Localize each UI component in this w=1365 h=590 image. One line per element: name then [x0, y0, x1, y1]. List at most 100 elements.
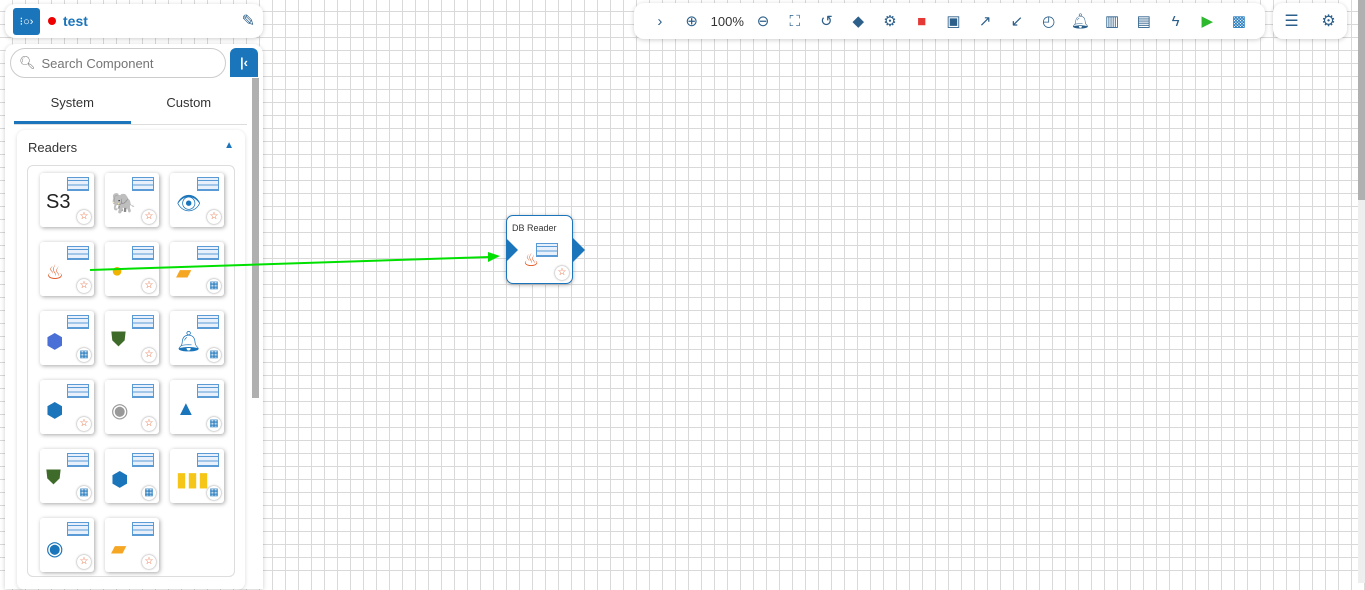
table-icon: [67, 315, 89, 329]
star-icon: ☆: [77, 210, 91, 224]
mongodb-reader-icon: ⛊: [111, 329, 126, 351]
secondary-toolbar: ☰ ⚙: [1273, 3, 1347, 39]
table-icon: [67, 177, 89, 191]
table-icon: [536, 243, 558, 257]
component-tile-gcs-reader[interactable]: ⬢ ▦: [40, 311, 94, 365]
cloud-reader-icon: ◉: [46, 538, 64, 560]
alert-bell-icon[interactable]: 🔔︎: [1064, 12, 1096, 30]
panel-scrollbar[interactable]: [252, 78, 259, 398]
table-icon: [132, 246, 154, 260]
component-tile-elastic-reader[interactable]: ● ☆: [105, 242, 159, 296]
lightning-icon[interactable]: ϟ: [1160, 13, 1192, 30]
component-tile-bar-reader[interactable]: ▮▮▮ ▦: [170, 449, 224, 503]
component-tile-eye-reader[interactable]: 👁 ☆: [170, 173, 224, 227]
docker-icon: ▦: [207, 417, 221, 431]
table-icon: [132, 315, 154, 329]
star-icon: ☆: [77, 417, 91, 431]
db-reader-node[interactable]: DB Reader ♨ ☆: [506, 215, 585, 284]
input-port[interactable]: [506, 238, 518, 262]
star-icon: ☆: [77, 555, 91, 569]
output-port[interactable]: [573, 238, 585, 262]
readers-section: Readers ▲ S3 ☆ 🐘 ☆ 👁 ☆ ♨ ☆ ● ☆ ▰ ▦ ⬢ ▦ ⛊ ☆ 🔔︎ ▦ ⬢ ☆ ◉ ☆ ▲ ▦ ⛊ ▦ ⬢ ▦ ▮…: [17, 130, 245, 590]
pipeline-logo-icon[interactable]: ⁝○›: [13, 7, 40, 35]
save-icon[interactable]: ▩: [1223, 12, 1255, 30]
component-tile-db-reader-java[interactable]: ♨ ☆: [40, 242, 94, 296]
alert-reader-icon: 🔔︎: [176, 331, 202, 353]
bar-reader-icon: ▮▮▮: [176, 469, 210, 491]
search-icon: 🔍︎: [19, 55, 36, 70]
document-search-icon[interactable]: ▣: [938, 12, 970, 30]
logs-icon[interactable]: ◴: [1033, 12, 1065, 30]
zoom-out-icon[interactable]: ⊖: [747, 12, 779, 30]
component-tile-s3-reader[interactable]: S3 ☆: [40, 173, 94, 227]
gcs-reader-icon: ⬢: [46, 331, 64, 353]
eye-reader-icon: 👁: [176, 193, 202, 215]
edit-icon[interactable]: ✎: [242, 11, 255, 31]
table-icon: [132, 177, 154, 191]
sftp-reader-icon: ▰: [111, 538, 127, 560]
search-input[interactable]: [41, 55, 212, 71]
docker-icon: ▦: [207, 348, 221, 362]
azure-reader-icon: ▲: [176, 398, 196, 420]
mongodb-reader-2-icon: ⛊: [46, 467, 61, 489]
arrow-down-left-icon[interactable]: ↙: [1001, 12, 1033, 30]
node-label: DB Reader: [512, 223, 557, 233]
arrow-up-right-icon[interactable]: ↗: [969, 12, 1001, 30]
expand-icon[interactable]: ›: [644, 13, 676, 30]
caret-up-icon[interactable]: ▲: [224, 140, 234, 155]
docker-icon: ▦: [207, 486, 221, 500]
canvas-toolbar: › ⊕ 100% ⊖ ⛶ ↺ ◆ ⚙ ■ ▣ ↗ ↙ ◴ 🔔︎ ▥ ▤ ϟ ▶ …: [634, 3, 1265, 39]
star-icon: ☆: [142, 279, 156, 293]
star-icon: ☆: [142, 210, 156, 224]
chart-icon[interactable]: ▥: [1096, 12, 1128, 30]
zoom-level: 100%: [710, 13, 744, 29]
search-field[interactable]: 🔍︎: [10, 48, 226, 78]
zoom-in-icon[interactable]: ⊕: [676, 12, 708, 30]
table-icon: [197, 315, 219, 329]
binary-reader-2-icon: ⬢: [111, 469, 129, 491]
pipeline-header: ⁝○› test ✎: [5, 4, 263, 38]
section-title: Readers: [28, 140, 78, 155]
component-tile-binary-reader-2[interactable]: ⬢ ▦: [105, 449, 159, 503]
table-icon: [197, 177, 219, 191]
table-icon: [67, 453, 89, 467]
star-icon: ☆: [555, 266, 569, 280]
docker-icon: ▦: [77, 348, 91, 362]
run-icon[interactable]: ▶: [1191, 12, 1223, 30]
collapse-panel-button[interactable]: |‹: [230, 48, 258, 77]
pipeline-title: test: [63, 13, 88, 29]
tab-custom[interactable]: Custom: [131, 84, 248, 124]
star-icon: ☆: [77, 279, 91, 293]
star-icon: ☆: [142, 417, 156, 431]
component-tile-cloud-reader[interactable]: ◉ ☆: [40, 518, 94, 572]
component-tile-alert-reader[interactable]: 🔔︎ ▦: [170, 311, 224, 365]
table-icon: [132, 522, 154, 536]
docker-icon: ▦: [77, 486, 91, 500]
settings-search-icon[interactable]: ⚙: [874, 12, 906, 30]
readers-header[interactable]: Readers ▲: [17, 130, 245, 165]
component-tile-mongodb-reader-2[interactable]: ⛊ ▦: [40, 449, 94, 503]
layers-icon[interactable]: ◆: [842, 12, 874, 30]
fit-screen-icon[interactable]: ⛶: [779, 13, 811, 30]
table-icon: [197, 384, 219, 398]
list-icon[interactable]: ☰: [1284, 11, 1298, 31]
history-icon[interactable]: ↺: [811, 12, 843, 30]
db-reader-java-icon: ♨: [46, 262, 64, 284]
component-tile-sftp-excel-reader[interactable]: ▰ ▦: [170, 242, 224, 296]
delete-icon[interactable]: ■: [906, 13, 938, 30]
component-tile-binary-reader[interactable]: ⬢ ☆: [40, 380, 94, 434]
tab-system[interactable]: System: [14, 84, 131, 124]
component-tile-mongodb-reader[interactable]: ⛊ ☆: [105, 311, 159, 365]
canvas-scrollbar[interactable]: [1358, 0, 1365, 583]
settings-icon[interactable]: ⚙: [1321, 11, 1335, 31]
comment-icon[interactable]: ▤: [1128, 12, 1160, 30]
component-tile-hdfs-reader[interactable]: 🐘 ☆: [105, 173, 159, 227]
component-tile-cosmos-reader[interactable]: ◉ ☆: [105, 380, 159, 434]
elastic-reader-icon: ●: [111, 260, 124, 282]
component-tile-sftp-reader[interactable]: ▰ ☆: [105, 518, 159, 572]
table-icon: [67, 246, 89, 260]
component-tile-azure-reader[interactable]: ▲ ▦: [170, 380, 224, 434]
star-icon: ☆: [207, 210, 221, 224]
component-grid: S3 ☆ 🐘 ☆ 👁 ☆ ♨ ☆ ● ☆ ▰ ▦ ⬢ ▦ ⛊ ☆ 🔔︎ ▦ ⬢ ☆ ◉ ☆ ▲ ▦ ⛊ ▦ ⬢ ▦ ▮▮▮ ▦ ◉ ☆ ▰ ☆: [27, 165, 235, 577]
cosmos-reader-icon: ◉: [111, 400, 129, 422]
